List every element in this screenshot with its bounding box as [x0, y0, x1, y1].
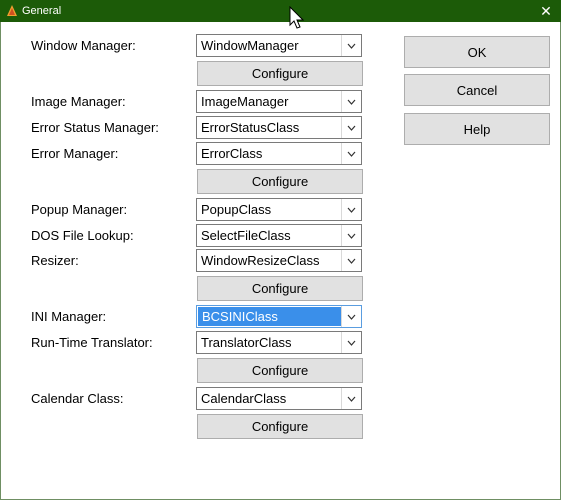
error-manager-value: ErrorClass: [201, 146, 263, 161]
chevron-down-icon[interactable]: [341, 35, 361, 56]
mouse-cursor-icon: [289, 6, 305, 29]
run-time-translator-value: TranslatorClass: [201, 335, 292, 350]
run-time-translator-label: Run-Time Translator:: [31, 335, 153, 350]
configure-label: Configure: [251, 363, 309, 378]
popup-manager-dropdown[interactable]: PopupClass: [196, 198, 362, 221]
chevron-down-icon[interactable]: [341, 143, 361, 164]
help-button[interactable]: Help: [404, 113, 550, 145]
chevron-down-icon[interactable]: [341, 199, 361, 220]
dos-file-lookup-label: DOS File Lookup:: [31, 228, 134, 243]
cancel-button[interactable]: Cancel: [404, 74, 550, 106]
resizer-label: Resizer:: [31, 253, 79, 268]
calendar-class-label: Calendar Class:: [31, 391, 124, 406]
chevron-down-icon[interactable]: [341, 388, 361, 409]
dos-file-lookup-dropdown[interactable]: SelectFileClass: [196, 224, 362, 247]
image-manager-label: Image Manager:: [31, 94, 126, 109]
image-manager-dropdown[interactable]: ImageManager: [196, 90, 362, 113]
image-manager-value: ImageManager: [201, 94, 289, 109]
window-manager-label: Window Manager:: [31, 38, 136, 53]
popup-manager-label: Popup Manager:: [31, 202, 128, 217]
ini-manager-value: BCSINIClass: [202, 309, 278, 324]
configure-label: Configure: [251, 174, 309, 189]
configure-resizer-button[interactable]: Configure: [197, 276, 363, 301]
window-title: General: [22, 5, 62, 17]
error-status-manager-dropdown[interactable]: ErrorStatusClass: [196, 116, 362, 139]
calendar-class-value: CalendarClass: [201, 391, 287, 406]
chevron-down-icon[interactable]: [341, 250, 361, 271]
resizer-dropdown[interactable]: WindowResizeClass: [196, 249, 362, 272]
chevron-down-icon[interactable]: [341, 117, 361, 138]
help-label: Help: [463, 121, 491, 137]
chevron-down-icon[interactable]: [341, 332, 361, 353]
app-icon: [7, 5, 17, 16]
error-manager-label: Error Manager:: [31, 146, 119, 161]
configure-translator-button[interactable]: Configure: [197, 358, 363, 383]
run-time-translator-dropdown[interactable]: TranslatorClass: [196, 331, 362, 354]
configure-label: Configure: [251, 66, 309, 81]
ini-manager-dropdown[interactable]: BCSINIClass: [196, 305, 362, 328]
window-manager-dropdown[interactable]: WindowManager: [196, 34, 362, 57]
dos-file-lookup-value: SelectFileClass: [201, 228, 291, 243]
calendar-class-dropdown[interactable]: CalendarClass: [196, 387, 362, 410]
ok-button[interactable]: OK: [404, 36, 550, 68]
configure-error-manager-button[interactable]: Configure: [197, 169, 363, 194]
ok-label: OK: [467, 44, 487, 60]
configure-label: Configure: [251, 419, 309, 434]
cancel-label: Cancel: [456, 82, 498, 98]
window-border-left: [0, 22, 1, 500]
close-button[interactable]: ✕: [531, 0, 561, 22]
chevron-down-icon[interactable]: [341, 91, 361, 112]
popup-manager-value: PopupClass: [201, 202, 272, 217]
ini-manager-label: INI Manager:: [31, 309, 107, 324]
chevron-down-icon[interactable]: [341, 306, 361, 327]
configure-window-manager-button[interactable]: Configure: [197, 61, 363, 86]
chevron-down-icon[interactable]: [341, 225, 361, 246]
resizer-value: WindowResizeClass: [201, 253, 320, 268]
close-icon: ✕: [540, 3, 552, 19]
window-manager-value: WindowManager: [201, 38, 299, 53]
error-status-manager-value: ErrorStatusClass: [201, 120, 300, 135]
error-status-manager-label: Error Status Manager:: [31, 120, 159, 135]
title-bar[interactable]: General ✕: [0, 0, 561, 22]
error-manager-dropdown[interactable]: ErrorClass: [196, 142, 362, 165]
configure-label: Configure: [251, 281, 309, 296]
configure-calendar-button[interactable]: Configure: [197, 414, 363, 439]
